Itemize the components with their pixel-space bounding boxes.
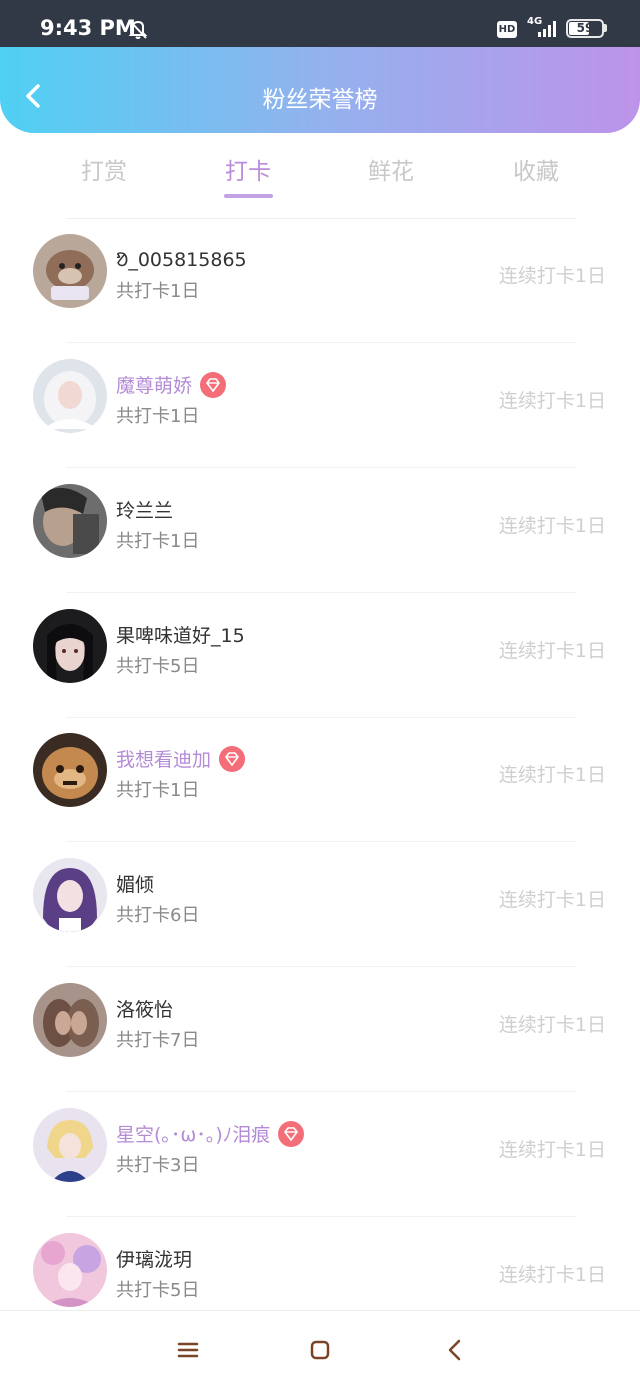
tab-bar: 打赏 打卡 鲜花 收藏 bbox=[0, 140, 640, 219]
divider bbox=[66, 1091, 576, 1092]
avatar bbox=[33, 234, 107, 308]
user-name: 星空(｡･ω･｡)ﾉ泪痕 bbox=[116, 1120, 305, 1149]
divider bbox=[66, 218, 576, 219]
streak-checkin: 连续打卡1日 bbox=[498, 1139, 606, 1161]
list-item[interactable]: 洛筱怡 共打卡7日 连续打卡1日 bbox=[0, 969, 640, 1094]
list-item[interactable]: 魔尊萌娇 共打卡1日 连续打卡1日 bbox=[0, 345, 640, 470]
divider bbox=[66, 592, 576, 593]
total-checkin: 共打卡5日 bbox=[116, 1280, 200, 1301]
diamond-icon bbox=[219, 745, 246, 772]
total-checkin: 共打卡6日 bbox=[116, 905, 200, 926]
battery-level: 59 bbox=[576, 21, 594, 35]
diamond-icon bbox=[278, 1120, 305, 1147]
avatar bbox=[33, 359, 107, 433]
hd-icon: HD bbox=[497, 21, 517, 38]
menu-icon[interactable] bbox=[168, 1333, 208, 1367]
back-triangle-icon[interactable] bbox=[435, 1333, 475, 1367]
total-checkin: 共打卡1日 bbox=[116, 531, 200, 552]
list-item[interactable]: 果啤味道好_15 共打卡5日 连续打卡1日 bbox=[0, 595, 640, 720]
user-name-text: 星空(｡･ω･｡)ﾉ泪痕 bbox=[116, 1124, 271, 1146]
status-bar: 9:43 PM HD 4G 59 bbox=[0, 0, 640, 47]
divider bbox=[66, 1216, 576, 1217]
list-item[interactable]: 媚倾 共打卡6日 连续打卡1日 bbox=[0, 844, 640, 969]
page-title: 粉丝荣誉榜 bbox=[262, 87, 378, 113]
user-name: 我想看迪加 bbox=[116, 745, 246, 774]
battery-tip bbox=[604, 24, 607, 32]
battery-icon: 59 bbox=[566, 19, 604, 38]
total-checkin: 共打卡3日 bbox=[116, 1155, 200, 1176]
signal-icon bbox=[538, 21, 556, 37]
streak-checkin: 连续打卡1日 bbox=[498, 515, 606, 537]
avatar bbox=[33, 858, 107, 932]
user-name: 媚倾 bbox=[116, 874, 155, 896]
total-checkin: 共打卡7日 bbox=[116, 1030, 200, 1051]
avatar bbox=[33, 1233, 107, 1307]
streak-checkin: 连续打卡1日 bbox=[498, 265, 606, 287]
user-name: 果啤味道好_15 bbox=[116, 625, 245, 647]
list-item[interactable]: ᱚ_005815865 共打卡1日 连续打卡1日 bbox=[0, 220, 640, 345]
user-name-text: 魔尊萌娇 bbox=[116, 375, 193, 397]
user-name: 玲兰兰 bbox=[116, 500, 174, 522]
tab-tips[interactable]: 打赏 bbox=[44, 152, 164, 186]
avatar bbox=[33, 733, 107, 807]
tab-checkin[interactable]: 打卡 bbox=[188, 152, 308, 186]
streak-checkin: 连续打卡1日 bbox=[498, 640, 606, 662]
streak-checkin: 连续打卡1日 bbox=[498, 889, 606, 911]
total-checkin: 共打卡1日 bbox=[116, 406, 200, 427]
avatar bbox=[33, 609, 107, 683]
user-name: ᱚ_005815865 bbox=[116, 249, 247, 271]
home-square-icon[interactable] bbox=[300, 1333, 340, 1367]
system-nav-bar bbox=[0, 1310, 640, 1387]
active-tab-indicator bbox=[224, 194, 273, 198]
list-item[interactable]: 玲兰兰 共打卡1日 连续打卡1日 bbox=[0, 470, 640, 595]
total-checkin: 共打卡5日 bbox=[116, 656, 200, 677]
divider bbox=[66, 841, 576, 842]
streak-checkin: 连续打卡1日 bbox=[498, 1014, 606, 1036]
avatar bbox=[33, 484, 107, 558]
user-name: 魔尊萌娇 bbox=[116, 371, 227, 400]
avatar bbox=[33, 983, 107, 1057]
user-name: 洛筱怡 bbox=[116, 999, 174, 1021]
user-name-text: 我想看迪加 bbox=[116, 749, 212, 771]
diamond-icon bbox=[200, 371, 227, 398]
divider bbox=[66, 342, 576, 343]
status-time: 9:43 PM bbox=[40, 16, 136, 40]
divider bbox=[66, 966, 576, 967]
list-item[interactable]: 星空(｡･ω･｡)ﾉ泪痕 共打卡3日 连续打卡1日 bbox=[0, 1094, 640, 1219]
streak-checkin: 连续打卡1日 bbox=[498, 1264, 606, 1286]
streak-checkin: 连续打卡1日 bbox=[498, 764, 606, 786]
user-name: 伊璃泷玥 bbox=[116, 1249, 193, 1271]
list-item[interactable]: 我想看迪加 共打卡1日 连续打卡1日 bbox=[0, 719, 640, 844]
streak-checkin: 连续打卡1日 bbox=[498, 390, 606, 412]
header-bar: 9:43 PM HD 4G 59 粉丝荣誉榜 bbox=[0, 0, 640, 133]
tab-favorites[interactable]: 收藏 bbox=[476, 152, 596, 186]
total-checkin: 共打卡1日 bbox=[116, 780, 200, 801]
avatar bbox=[33, 1108, 107, 1182]
divider bbox=[66, 717, 576, 718]
bell-mute-icon bbox=[128, 20, 148, 39]
divider bbox=[66, 467, 576, 468]
total-checkin: 共打卡1日 bbox=[116, 281, 200, 302]
tab-flowers[interactable]: 鲜花 bbox=[331, 152, 451, 186]
